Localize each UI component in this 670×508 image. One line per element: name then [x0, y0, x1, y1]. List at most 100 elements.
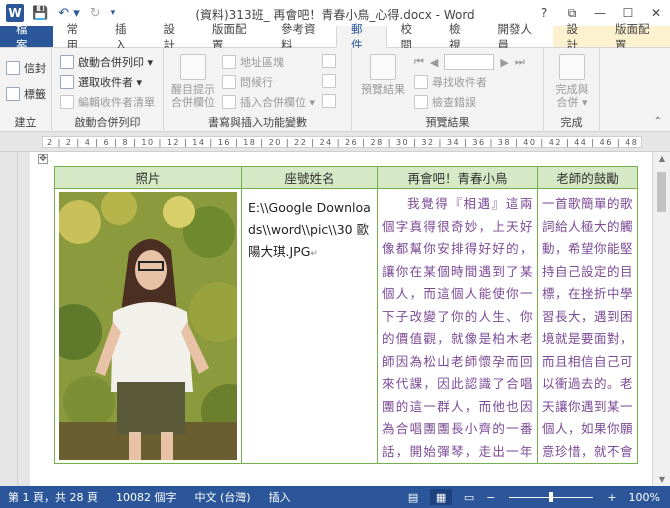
group-create-label: 建立 [14, 116, 37, 129]
student-photo[interactable] [59, 192, 237, 460]
group-finish-label: 完成 [560, 116, 583, 129]
insert-merge-field-button[interactable]: 插入合併欄位 ▾ [222, 94, 315, 110]
web-layout-icon[interactable]: ▭ [458, 489, 480, 505]
greeting-line-button[interactable]: 問候行 [222, 74, 273, 90]
select-recipients-button[interactable]: 選取收件者 ▾ [60, 74, 142, 90]
tab-insert[interactable]: 插入 [101, 22, 150, 52]
last-record-icon[interactable]: ⏭ [515, 55, 525, 69]
essay-cell[interactable]: 我覺得『相遇』這兩個字真得很奇妙，上天好像都幫你安排得好好的，讓你在某個時間遇到… [377, 188, 538, 464]
group-write-insert-fields: 醒目提示 合併欄位 地址區塊 問候行 插入合併欄位 ▾ 書寫與插入功能變數 [164, 48, 352, 132]
tab-file[interactable]: 檔案 [0, 22, 53, 52]
address-block-button[interactable]: 地址區塊 [222, 54, 284, 70]
print-layout-icon[interactable]: ▦ [430, 489, 453, 505]
table-header-row: 照片 座號姓名 再會吧！青春小鳥 老師的鼓勵 [54, 166, 638, 189]
horizontal-ruler[interactable]: 2 | 2 | 4 | 6 | 8 | 10 | 12 | 14 | 16 | … [0, 132, 670, 152]
zoom-out-icon[interactable]: − [486, 491, 495, 504]
group-preview-label: 預覽結果 [425, 116, 470, 129]
zoom-slider-knob[interactable] [549, 492, 554, 502]
first-record-icon[interactable]: ⏮ [414, 55, 424, 69]
tab-table-layout[interactable]: 版面配置 [601, 22, 670, 52]
collapse-ribbon-icon[interactable]: ⌃ [654, 116, 662, 127]
table-move-handle-icon[interactable]: ✥ [38, 154, 48, 164]
tab-home[interactable]: 常用 [53, 22, 102, 52]
tab-view[interactable]: 檢視 [435, 22, 484, 52]
next-record-icon[interactable]: ▶ [500, 56, 508, 69]
tab-developer[interactable]: 開發人員 [484, 22, 553, 52]
edit-recipient-list-label: 編輯收件者清單 [78, 96, 155, 109]
highlight-merge-fields-button[interactable]: 醒目提示 合併欄位 [168, 54, 218, 109]
preview-abc-icon [370, 54, 396, 80]
group-preview-results: 預覽結果 ⏮ ◀ ▶ ⏭ 尋找收件者 檢查錯誤 預覽結果 [352, 48, 544, 132]
group-write-label: 書寫與插入功能變數 [208, 116, 307, 129]
edit-recipient-list-button[interactable]: 編輯收件者清單 [60, 94, 155, 110]
scroll-down-icon[interactable]: ▼ [653, 475, 670, 484]
previous-record-icon[interactable]: ◀ [430, 56, 438, 69]
zoom-level[interactable]: 100% [629, 491, 660, 504]
highlight-merge-fields-label: 醒目提示 合併欄位 [171, 83, 215, 109]
zoom-in-icon[interactable]: + [607, 491, 616, 504]
label-icon [6, 87, 20, 101]
update-labels-icon [322, 94, 336, 108]
save-icon[interactable]: 💾 [32, 6, 48, 21]
recipients-icon [60, 75, 74, 89]
tab-design[interactable]: 設計 [150, 22, 199, 52]
word-logo-icon[interactable]: W [6, 4, 24, 22]
tab-layout[interactable]: 版面配置 [198, 22, 267, 52]
insert-merge-field-label: 插入合併欄位 ▾ [240, 96, 316, 109]
address-block-label: 地址區塊 [240, 56, 284, 69]
tab-table-design[interactable]: 設計 [552, 22, 601, 52]
match-fields-button[interactable] [322, 74, 336, 88]
header-seat-name[interactable]: 座號姓名 [241, 166, 378, 189]
record-navigation: ⏮ ◀ ▶ ⏭ [414, 54, 525, 70]
check-errors-button[interactable]: 檢查錯誤 [414, 94, 476, 110]
read-mode-icon[interactable]: ▤ [402, 489, 424, 505]
table-row: E:\\Google Downloads\\word\\pic\\30 歐陽大琪… [54, 188, 638, 464]
tab-mailings[interactable]: 郵件 [336, 22, 387, 52]
group-start-label: 啟動合併列印 [74, 116, 141, 129]
check-errors-icon [414, 95, 428, 109]
labels-button[interactable]: 標籤 [6, 86, 46, 102]
labels-label: 標籤 [24, 88, 46, 101]
teacher-cell[interactable]: 一首歌簡單的歌詞給人極大的觸動，希望你能堅持自己設定的目標，在挫折中學習長大，遇… [537, 188, 638, 464]
header-photo[interactable]: 照片 [54, 166, 242, 189]
word-count[interactable]: 10082 個字 [116, 489, 177, 505]
find-recipient-label: 尋找收件者 [432, 76, 487, 89]
language[interactable]: 中文 (台灣) [194, 489, 250, 505]
minimize-button[interactable]: — [586, 0, 614, 26]
vertical-scrollbar[interactable]: ▲ ▼ [652, 152, 670, 486]
undo-icon[interactable]: ↶ ▾ [58, 6, 80, 21]
insert-mode[interactable]: 插入 [269, 489, 291, 505]
teacher-text: 一首歌簡單的歌詞給人極大的觸動，希望你能堅持自己設定的目標，在挫折中學習長大，遇… [542, 196, 633, 459]
redo-icon[interactable]: ↻ [90, 6, 101, 21]
zoom-slider[interactable] [501, 489, 601, 505]
rules-button[interactable] [322, 54, 336, 68]
tab-review[interactable]: 校閱 [387, 22, 436, 52]
scroll-up-icon[interactable]: ▲ [653, 154, 670, 163]
tab-references[interactable]: 參考資料 [267, 22, 336, 52]
select-recipients-label: 選取收件者 ▾ [78, 76, 143, 89]
header-essay[interactable]: 再會吧！青春小鳥 [377, 166, 538, 189]
envelopes-button[interactable]: 信封 [6, 60, 46, 76]
ribbon-tabs: 檔案 常用 插入 設計 版面配置 參考資料 郵件 校閱 檢視 開發人員 設計 版… [0, 22, 670, 52]
header-teacher[interactable]: 老師的鼓勵 [537, 166, 638, 189]
preview-results-button[interactable]: 預覽結果 [358, 54, 408, 96]
finish-merge-label: 完成與 合併 ▾ [555, 83, 589, 109]
start-mail-merge-button[interactable]: 啟動合併列印 ▾ [60, 54, 153, 70]
ribbon: 信封 標籤 建立 啟動合併列印 ▾ 選取收件者 ▾ 編輯收件者清單 啟動合併列印… [0, 48, 670, 132]
find-recipient-icon [414, 75, 428, 89]
vertical-ruler[interactable] [0, 152, 18, 486]
status-bar: 第 1 頁，共 28 頁 10082 個字 中文 (台灣) 插入 ▤ ▦ ▭ −… [0, 486, 670, 508]
scroll-thumb[interactable] [657, 172, 666, 212]
group-finish: 完成與 合併 ▾ 完成 [544, 48, 600, 132]
envelopes-label: 信封 [24, 62, 46, 75]
customize-qat-icon[interactable]: ▾ [111, 8, 116, 18]
page-count[interactable]: 第 1 頁，共 28 頁 [8, 489, 98, 505]
record-number-input[interactable] [444, 54, 495, 70]
seat-name-cell[interactable]: E:\\Google Downloads\\word\\pic\\30 歐陽大琪… [241, 188, 378, 464]
finish-merge-button[interactable]: 完成與 合併 ▾ [548, 54, 596, 109]
update-labels-button[interactable] [322, 94, 336, 108]
find-recipient-button[interactable]: 尋找收件者 [414, 74, 487, 90]
photo-cell[interactable] [54, 188, 242, 464]
document-area: ✥ 照片 座號姓名 再會吧！青春小鳥 老師的鼓勵 E:\\Google Down… [18, 152, 652, 486]
document-page[interactable]: ✥ 照片 座號姓名 再會吧！青春小鳥 老師的鼓勵 E:\\Google Down… [30, 152, 652, 486]
